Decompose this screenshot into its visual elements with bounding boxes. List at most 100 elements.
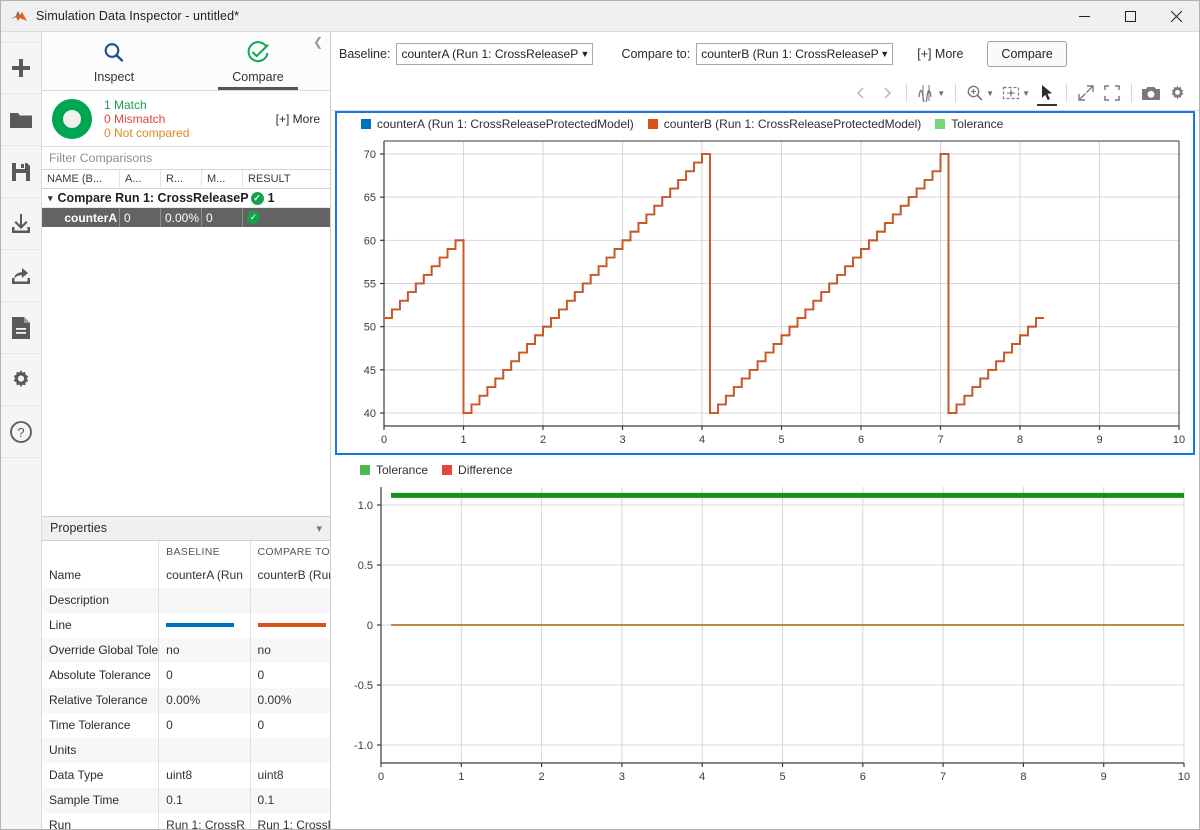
prev-icon[interactable] [849,81,873,105]
legend-item-tolerance[interactable]: Tolerance [360,463,428,477]
cursor-dropdown-icon[interactable]: ▼ [937,89,945,98]
zoom-region-icon[interactable] [999,81,1023,105]
open-folder-icon[interactable] [1,94,41,146]
sdi-window: Simulation Data Inspector - untitled* [0,0,1200,830]
svg-text:5: 5 [778,434,784,446]
snapshot-icon[interactable] [1139,81,1163,105]
close-button[interactable] [1153,1,1199,32]
charts-container: counterA (Run 1: CrossReleaseProtectedMo… [331,111,1199,829]
prop-col-baseline: BASELINE [159,541,250,563]
svg-text:0.5: 0.5 [358,560,373,572]
baseline-select-value: counterA (Run 1: CrossReleasePr [401,47,582,61]
col-result[interactable]: RESULT [243,170,330,188]
prop-label: Description [42,588,159,613]
legend-item-counterb[interactable]: counterB (Run 1: CrossReleaseProtectedMo… [648,117,921,131]
difference-chart[interactable]: Tolerance Difference -1.0-0.500.51.00123… [335,458,1195,825]
col-absolute[interactable]: A... [120,170,161,188]
help-icon[interactable]: ? [1,406,41,458]
prop-compare-line-swatch [250,613,330,638]
signal-plot-area[interactable]: 40455055606570012345678910 [337,135,1193,453]
chart-settings-icon[interactable] [1165,81,1189,105]
row-relative-diff: 0.00% [161,208,202,227]
zoom-in-icon[interactable] [963,81,987,105]
minimize-button[interactable] [1061,1,1107,32]
import-icon[interactable] [1,198,41,250]
table-row[interactable]: counterA 0 0.00% 0 ✓ [42,208,330,227]
compare-to-select[interactable]: counterB (Run 1: CrossReleasePr ▼ [696,43,893,65]
prop-label: Time Tolerance [42,713,159,738]
comparison-group-row[interactable]: ▾ Compare Run 1: CrossReleaseP ✓ 1 [42,189,330,208]
tab-compare[interactable]: Compare [186,32,330,90]
svg-text:1: 1 [458,771,464,783]
fit-to-view-icon[interactable] [1074,81,1098,105]
tab-inspect[interactable]: Inspect [42,32,186,90]
add-icon[interactable] [1,42,41,94]
prop-baseline-value: 0 [159,713,250,738]
difference-plot-svg: -1.0-0.500.51.0012345678910 [336,481,1190,789]
prop-compare-value: 0 [250,713,330,738]
svg-text:?: ? [17,425,24,440]
magnifier-icon [102,41,126,68]
filter-comparisons-input[interactable]: Filter Comparisons [42,147,330,170]
signal-chart-legend: counterA (Run 1: CrossReleaseProtectedMo… [337,113,1193,135]
preferences-icon[interactable] [1,354,41,406]
properties-column-headers: BASELINE COMPARE TO [42,541,330,563]
chevron-down-icon[interactable]: ▾ [316,522,322,535]
summary-match: 1 Match [104,98,189,112]
pointer-icon[interactable] [1035,81,1059,105]
window-controls [1061,1,1199,32]
cursor-wave-icon[interactable] [914,81,938,105]
zoom-dropdown-icon[interactable]: ▼ [986,89,994,98]
svg-text:7: 7 [940,771,946,783]
comparison-tree-empty-area [42,227,330,516]
maximize-chart-icon[interactable] [1100,81,1124,105]
more-options-link[interactable]: [+] More [917,47,963,61]
svg-text:5: 5 [779,771,785,783]
save-icon[interactable] [1,146,41,198]
baseline-line-color-swatch [166,623,234,627]
legend-item-difference[interactable]: Difference [442,463,512,477]
tab-inspect-label: Inspect [94,70,134,84]
summary-more-link[interactable]: [+] More [276,112,324,126]
region-dropdown-icon[interactable]: ▼ [1022,89,1030,98]
chevron-down-icon[interactable]: ▼ [878,49,889,59]
property-row-time-tolerance: Time Tolerance 0 0 [42,713,330,738]
report-icon[interactable] [1,302,41,354]
properties-header[interactable]: Properties ▾ [42,516,330,541]
main-body: ? Inspect [1,32,1199,829]
compare-button[interactable]: Compare [987,41,1066,67]
svg-text:9: 9 [1101,771,1107,783]
legend-swatch [935,119,945,129]
difference-plot-area[interactable]: -1.0-0.500.51.0012345678910 [336,481,1194,789]
prop-compare-value: 0.00% [250,688,330,713]
maximize-button[interactable] [1107,1,1153,32]
filter-placeholder: Filter Comparisons [49,151,152,165]
col-max[interactable]: M... [202,170,243,188]
legend-label: Tolerance [951,117,1003,131]
comparison-group-result: ✓ 1 [251,191,275,205]
comparison-summary: 1 Match 0 Mismatch 0 Not compared [+] Mo… [42,91,330,147]
legend-item-countera[interactable]: counterA (Run 1: CrossReleaseProtectedMo… [361,117,634,131]
compare-to-select-value: counterB (Run 1: CrossReleasePr [701,47,882,61]
baseline-select[interactable]: counterA (Run 1: CrossReleasePr ▼ [396,43,593,65]
svg-text:45: 45 [364,365,376,377]
col-name[interactable]: NAME (B... [42,170,120,188]
summary-mismatch: 0 Mismatch [104,112,189,126]
col-relative[interactable]: R... [161,170,202,188]
svg-text:1.0: 1.0 [358,500,373,512]
svg-text:9: 9 [1096,434,1102,446]
next-icon[interactable] [875,81,899,105]
svg-text:0: 0 [378,771,384,783]
expand-caret-icon[interactable]: ▾ [48,193,53,204]
chevron-down-icon[interactable]: ▼ [579,49,590,59]
comparison-group-label: Compare Run 1: CrossReleaseP [58,191,249,205]
window-title: Simulation Data Inspector - untitled* [36,9,239,23]
prop-baseline-value: Run 1: CrossR [159,813,250,830]
legend-item-tolerance[interactable]: Tolerance [935,117,1003,131]
chevron-left-icon[interactable]: ❮ [310,34,326,50]
svg-text:6: 6 [858,434,864,446]
property-row-units: Units [42,738,330,763]
tab-compare-label: Compare [232,70,283,84]
export-icon[interactable] [1,250,41,302]
signal-chart[interactable]: counterA (Run 1: CrossReleaseProtectedMo… [335,111,1195,455]
